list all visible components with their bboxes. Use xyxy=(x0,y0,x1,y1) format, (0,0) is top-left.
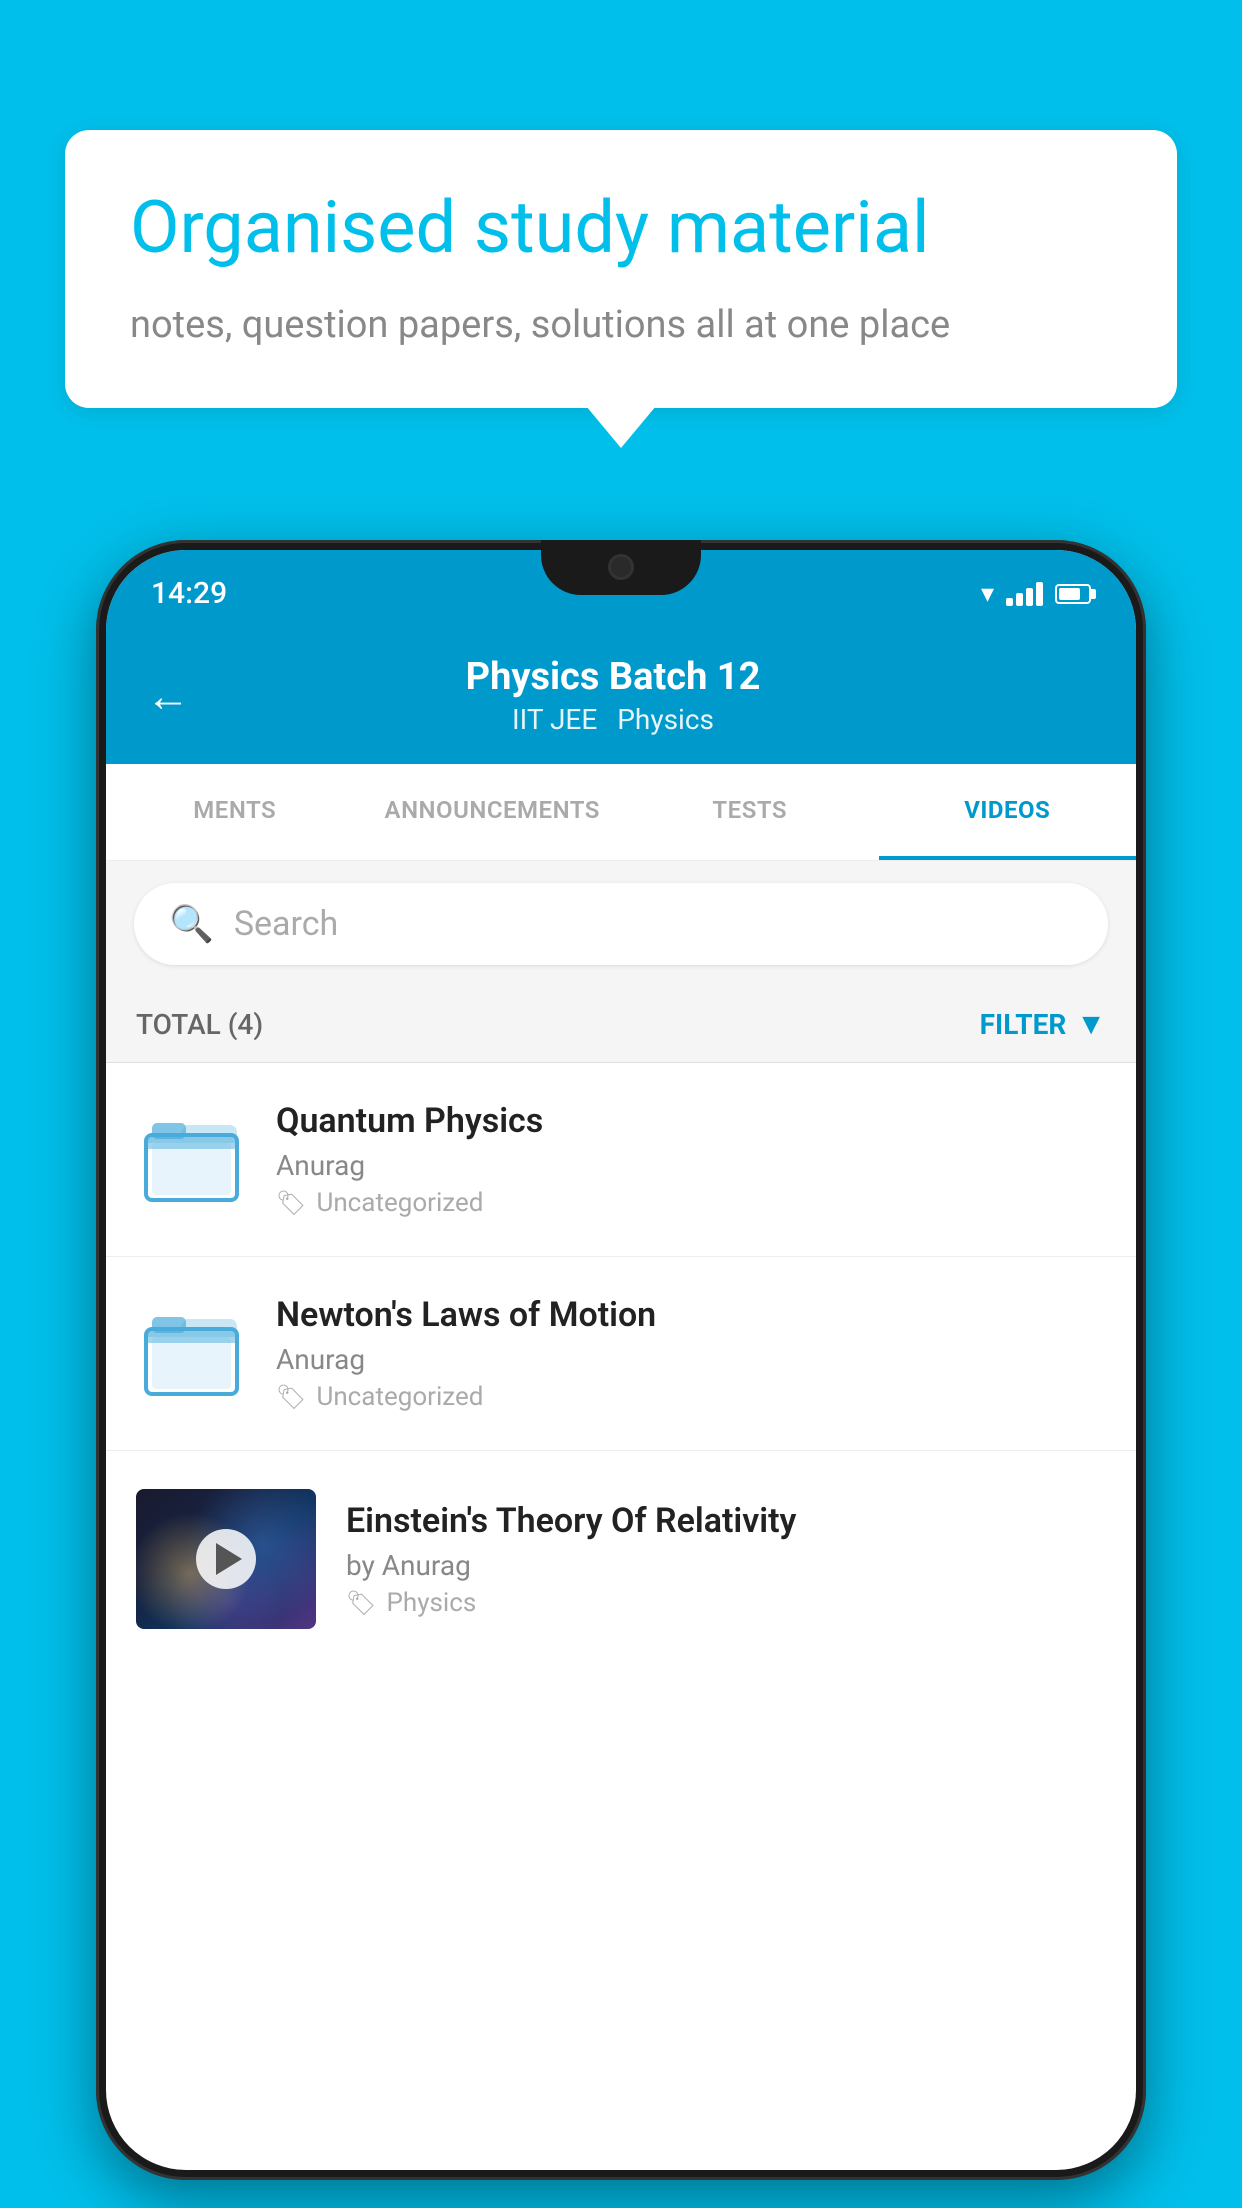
tag-icon: 🏷 xyxy=(276,1383,306,1411)
video-title: Quantum Physics xyxy=(276,1101,1106,1141)
header-title-block: Physics Batch 12 IIT JEE Physics xyxy=(220,655,1006,736)
tab-announcements[interactable]: ANNOUNCEMENTS xyxy=(364,764,622,860)
filter-label: FILTER xyxy=(980,1008,1067,1041)
video-tag: 🏷 Physics xyxy=(346,1588,1106,1618)
status-icons: ▾ xyxy=(981,579,1091,609)
total-count: TOTAL (4) xyxy=(136,1008,263,1041)
video-thumbnail xyxy=(136,1489,316,1629)
filter-button[interactable]: FILTER ▼ xyxy=(980,1007,1106,1042)
phone-frame: 14:29 ▾ ← Phys xyxy=(96,540,1146,2180)
camera-dot xyxy=(608,554,634,580)
signal-bar-4 xyxy=(1036,582,1043,606)
phone-wrapper: 14:29 ▾ ← Phys xyxy=(96,540,1146,2180)
status-time: 14:29 xyxy=(151,576,227,611)
list-item[interactable]: Newton's Laws of Motion Anurag 🏷 Uncateg… xyxy=(106,1257,1136,1451)
video-list: Quantum Physics Anurag 🏷 Uncategorized xyxy=(106,1063,1136,1667)
video-tag: 🏷 Uncategorized xyxy=(276,1188,1106,1218)
battery-icon xyxy=(1055,584,1091,604)
tag-icon: 🏷 xyxy=(346,1589,376,1617)
batch-name: Physics Batch 12 xyxy=(220,655,1006,699)
signal-bars xyxy=(1006,582,1043,606)
phone-screen: 14:29 ▾ ← Phys xyxy=(106,550,1136,2170)
tag-label: Uncategorized xyxy=(316,1382,483,1412)
phone-notch xyxy=(541,540,701,595)
play-button[interactable] xyxy=(196,1529,256,1589)
video-tag: 🏷 Uncategorized xyxy=(276,1382,1106,1412)
speech-bubble-container: Organised study material notes, question… xyxy=(65,130,1177,408)
search-placeholder: Search xyxy=(234,904,338,944)
search-icon: 🔍 xyxy=(169,903,214,945)
wifi-icon: ▾ xyxy=(981,579,994,609)
video-folder-icon xyxy=(136,1299,246,1409)
video-info: Newton's Laws of Motion Anurag 🏷 Uncateg… xyxy=(276,1295,1106,1412)
signal-bar-1 xyxy=(1006,598,1013,606)
header-tags: IIT JEE Physics xyxy=(220,703,1006,736)
video-folder-icon xyxy=(136,1105,246,1215)
list-item[interactable]: Quantum Physics Anurag 🏷 Uncategorized xyxy=(106,1063,1136,1257)
video-title: Einstein's Theory Of Relativity xyxy=(346,1501,1106,1541)
folder-svg xyxy=(144,1115,239,1205)
app-header: ← Physics Batch 12 IIT JEE Physics xyxy=(106,625,1136,764)
tab-videos[interactable]: VIDEOS xyxy=(879,764,1137,860)
back-button[interactable]: ← xyxy=(146,670,190,722)
tabs-bar: MENTS ANNOUNCEMENTS TESTS VIDEOS xyxy=(106,764,1136,861)
search-bar-wrapper: 🔍 Search xyxy=(106,861,1136,987)
signal-bar-3 xyxy=(1026,588,1033,606)
folder-svg-2 xyxy=(144,1309,239,1399)
tag-label: Uncategorized xyxy=(316,1188,483,1218)
search-bar[interactable]: 🔍 Search xyxy=(134,883,1108,965)
play-triangle-icon xyxy=(216,1543,242,1575)
tag-icon: 🏷 xyxy=(276,1189,306,1217)
speech-bubble: Organised study material notes, question… xyxy=(65,130,1177,408)
video-title: Newton's Laws of Motion xyxy=(276,1295,1106,1335)
video-author: Anurag xyxy=(276,1343,1106,1376)
tag-physics: Physics xyxy=(617,703,714,736)
video-info: Einstein's Theory Of Relativity by Anura… xyxy=(346,1501,1106,1618)
filter-row: TOTAL (4) FILTER ▼ xyxy=(106,987,1136,1063)
video-author: Anurag xyxy=(276,1149,1106,1182)
tag-iit-jee: IIT JEE xyxy=(512,703,597,736)
battery-fill xyxy=(1059,588,1080,600)
filter-funnel-icon: ▼ xyxy=(1076,1007,1106,1042)
signal-bar-2 xyxy=(1016,593,1023,606)
tag-label: Physics xyxy=(386,1588,476,1618)
list-item[interactable]: Einstein's Theory Of Relativity by Anura… xyxy=(106,1451,1136,1667)
speech-bubble-heading: Organised study material xyxy=(130,185,1112,271)
speech-bubble-subtext: notes, question papers, solutions all at… xyxy=(130,299,1112,352)
tab-tests[interactable]: TESTS xyxy=(621,764,879,860)
tab-ments[interactable]: MENTS xyxy=(106,764,364,860)
video-info: Quantum Physics Anurag 🏷 Uncategorized xyxy=(276,1101,1106,1218)
video-author: by Anurag xyxy=(346,1549,1106,1582)
